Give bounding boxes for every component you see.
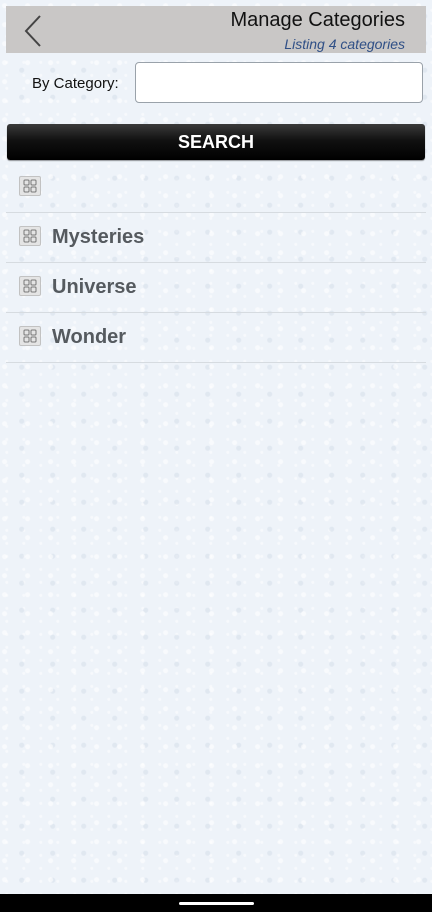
by-category-label: By Category:	[32, 75, 119, 92]
search-button[interactable]: SEARCH	[7, 124, 425, 160]
category-label: Universe	[52, 276, 137, 298]
category-list-item[interactable]: Universe	[6, 263, 426, 313]
category-list-item[interactable]	[6, 163, 426, 213]
chevron-left-icon	[24, 15, 41, 47]
system-nav-bar	[0, 894, 432, 912]
category-icon	[19, 176, 41, 196]
category-list: Mysteries Universe Wonder	[6, 163, 426, 363]
category-list-item[interactable]: Wonder	[6, 313, 426, 363]
back-button[interactable]	[18, 14, 48, 48]
category-label: Wonder	[52, 326, 127, 348]
category-list-item[interactable]: Mysteries	[6, 213, 426, 263]
category-icon	[19, 326, 41, 346]
category-search-input[interactable]	[135, 62, 423, 103]
category-icon	[19, 276, 41, 296]
manage-categories-screen: Manage Categories Listing 4 categories B…	[0, 0, 432, 912]
home-indicator[interactable]	[179, 902, 254, 905]
page-title: Manage Categories	[230, 9, 405, 31]
page-subtitle: Listing 4 categories	[284, 36, 405, 52]
category-icon	[19, 226, 41, 246]
header-bar: Manage Categories Listing 4 categories	[6, 6, 426, 53]
category-label: Mysteries	[52, 226, 145, 248]
